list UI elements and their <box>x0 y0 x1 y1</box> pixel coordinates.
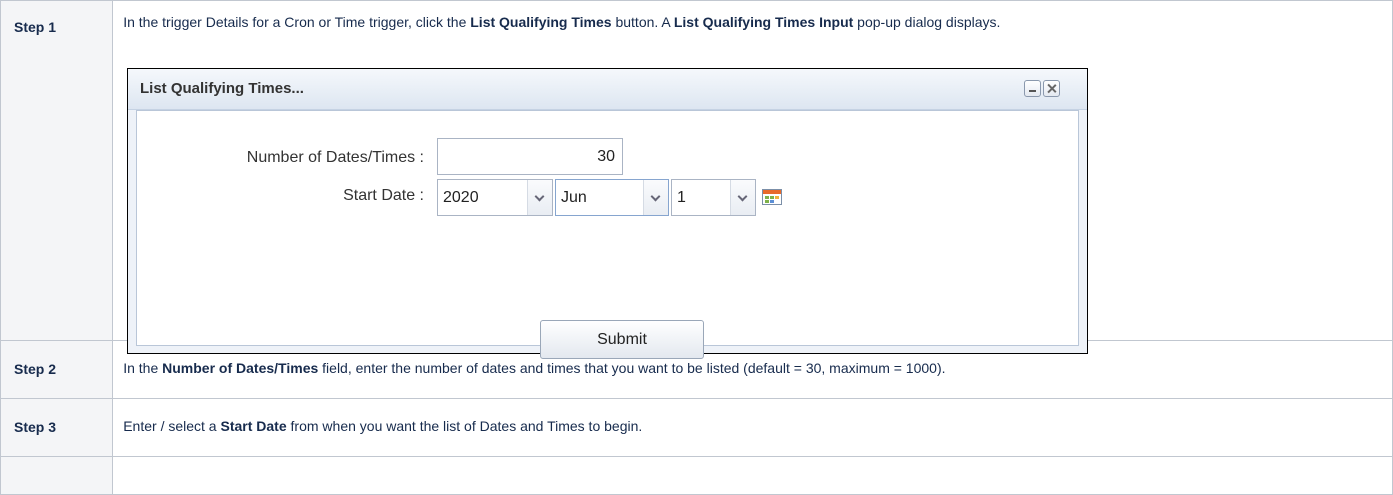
step-label: Step 3 <box>0 398 114 457</box>
calendar-icon[interactable] <box>762 189 782 205</box>
step-text: In the Number of Dates/Times field, ente… <box>123 358 1392 378</box>
step-text-segment: In the trigger Details for a Cron or Tim… <box>123 14 471 30</box>
start-day-value: 1 <box>677 189 686 206</box>
dialog-title-bar[interactable]: List Qualifying Times... <box>128 69 1087 110</box>
start-month-select[interactable]: Jun <box>555 179 669 216</box>
start-date-label: Start Date : <box>343 187 424 204</box>
step-description <box>112 456 1393 495</box>
step-text-segment: In the <box>123 360 163 376</box>
step-text-bold: List Qualifying Times <box>470 14 612 30</box>
step-text-segment: Enter / select a <box>123 418 221 434</box>
step-text-segment: field, enter the number of dates and tim… <box>318 360 946 376</box>
dialog-title: List Qualifying Times... <box>140 80 304 97</box>
step-text-segment: button. A <box>611 14 674 30</box>
step-text-segment: from when you want the list of Dates and… <box>286 418 643 434</box>
number-of-dates-label: Number of Dates/Times : <box>246 149 424 166</box>
dialog-body: Number of Dates/Times : 30 Start Date : … <box>136 110 1079 359</box>
step-description: Enter / select a Start Date from when yo… <box>112 398 1393 457</box>
step-row <box>0 456 1393 495</box>
start-day-select[interactable]: 1 <box>671 179 756 216</box>
start-month-value: Jun <box>561 189 587 206</box>
close-icon[interactable] <box>1043 80 1060 97</box>
step-label <box>0 456 114 495</box>
step-text: Enter / select a Start Date from when yo… <box>123 416 1392 436</box>
start-year-value: 2020 <box>443 189 479 206</box>
step-row: Step 3 Enter / select a Start Date from … <box>0 398 1393 457</box>
step-label: Step 2 <box>0 340 114 399</box>
chevron-down-icon[interactable] <box>730 180 755 215</box>
submit-button[interactable]: Submit <box>540 320 704 359</box>
step-label: Step 1 <box>0 0 114 341</box>
step-text-bold: Number of Dates/Times <box>162 360 319 376</box>
chevron-down-icon[interactable] <box>643 180 668 215</box>
step-text-bold: Start Date <box>220 418 287 434</box>
chevron-down-icon[interactable] <box>527 180 552 215</box>
minimize-icon[interactable] <box>1024 80 1041 97</box>
step-text: In the trigger Details for a Cron or Tim… <box>123 12 1392 32</box>
number-of-dates-input[interactable]: 30 <box>437 138 623 175</box>
step-text-bold: List Qualifying Times Input <box>673 14 854 30</box>
start-year-select[interactable]: 2020 <box>437 179 553 216</box>
step-text-segment: pop-up dialog displays. <box>853 14 1001 30</box>
list-qualifying-times-dialog: List Qualifying Times... Number of Dates… <box>127 68 1088 359</box>
